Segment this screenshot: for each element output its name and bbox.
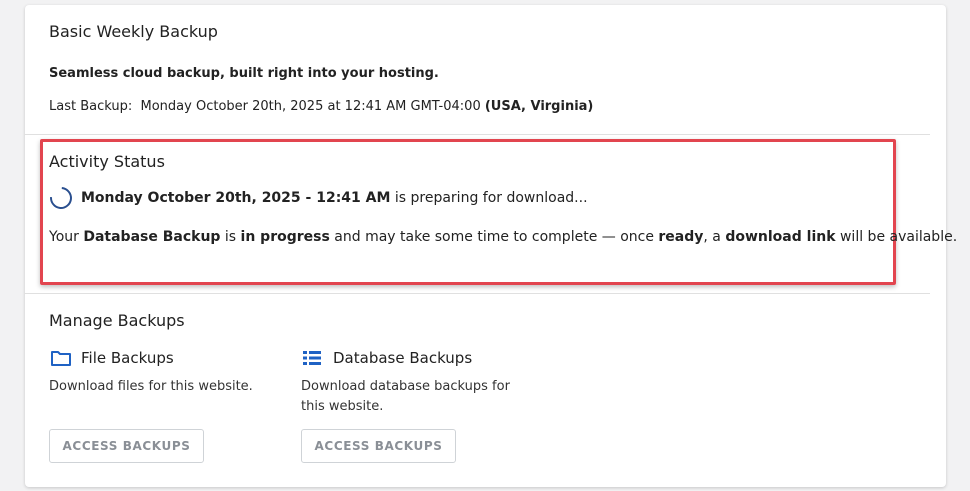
manage-backups-title: Manage Backups xyxy=(49,311,185,330)
database-access-backups-button[interactable]: ACCESS BACKUPS xyxy=(301,429,456,463)
section-divider xyxy=(24,293,930,294)
database-list-icon xyxy=(303,351,321,365)
last-backup-value: Monday October 20th, 2025 at 12:41 AM GM… xyxy=(140,99,481,114)
msg-text: is xyxy=(224,229,237,245)
folder-icon xyxy=(51,351,71,366)
file-backups-description: Download files for this website. xyxy=(49,379,253,394)
last-backup-location: (USA, Virginia) xyxy=(484,99,594,114)
last-backup-line: Last Backup: Monday October 20th, 2025 a… xyxy=(49,99,593,114)
msg-text: Your xyxy=(49,229,79,245)
file-backups-title: File Backups xyxy=(81,349,174,367)
last-backup-label: Last Backup: xyxy=(49,99,133,114)
file-access-backups-button[interactable]: ACCESS BACKUPS xyxy=(49,429,204,463)
database-backups-title: Database Backups xyxy=(333,349,473,367)
msg-text: , a xyxy=(703,229,721,245)
backup-tagline: Seamless cloud backup, built right into … xyxy=(49,66,439,81)
msg-text: will be available. xyxy=(839,229,958,245)
msg-download-link: download link xyxy=(725,229,836,245)
section-divider xyxy=(24,134,930,135)
msg-text: and may take some time to complete — onc… xyxy=(334,229,654,245)
activity-status-line: Monday October 20th, 2025 - 12:41 AM is … xyxy=(81,190,588,206)
msg-database-backup: Database Backup xyxy=(83,229,221,245)
activity-status-title: Activity Status xyxy=(49,152,165,171)
activity-progress-message: Your Database Backup is in progress and … xyxy=(49,229,957,245)
backup-title: Basic Weekly Backup xyxy=(49,22,218,41)
msg-in-progress: in progress xyxy=(240,229,330,245)
activity-status-text: is preparing for download... xyxy=(394,190,588,206)
msg-ready: ready xyxy=(658,229,704,245)
activity-status-highlight xyxy=(40,139,896,285)
activity-status-date: Monday October 20th, 2025 - 12:41 AM xyxy=(81,190,391,206)
database-backups-description: Download database backups for this websi… xyxy=(301,379,510,414)
